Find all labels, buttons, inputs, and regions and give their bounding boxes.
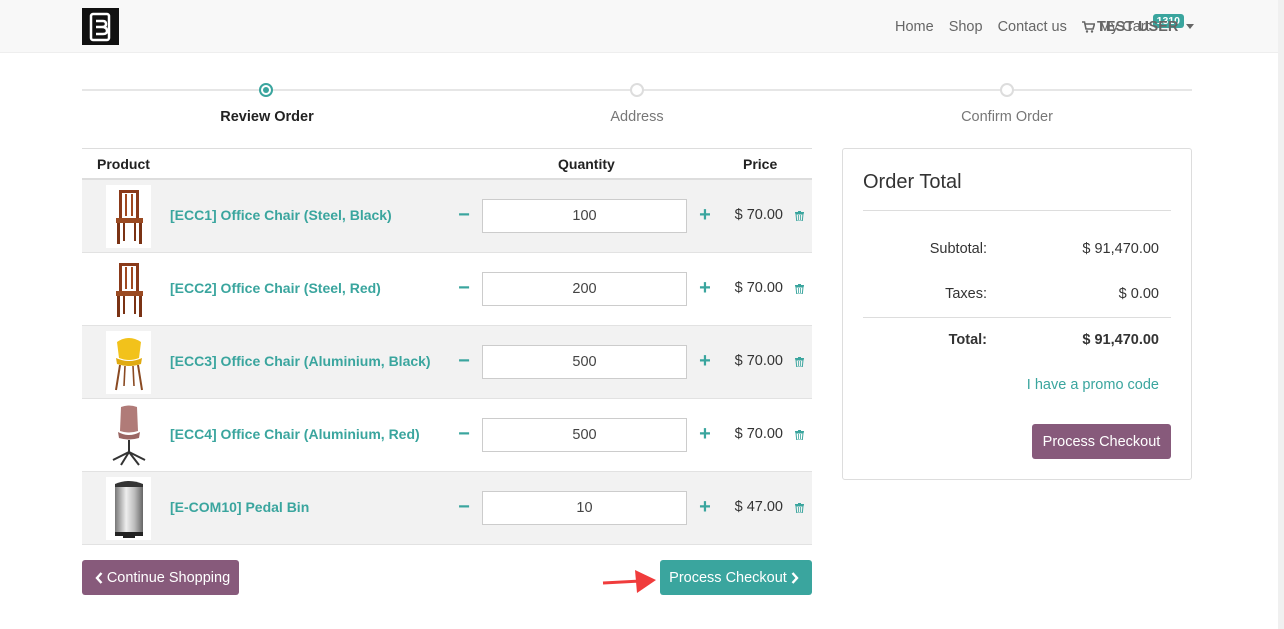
user-name: TEST USER xyxy=(1097,18,1179,35)
product-price: $ 70.00 xyxy=(734,353,783,369)
cart-icon xyxy=(1081,20,1095,33)
product-image[interactable] xyxy=(106,185,151,248)
step-address: Address xyxy=(610,109,664,125)
quantity-input[interactable] xyxy=(482,199,687,233)
header-product: Product xyxy=(97,156,150,172)
product-name-link[interactable]: [ECC3] Office Chair (Aluminium, Black) xyxy=(170,353,431,369)
process-checkout-label: Process Checkout xyxy=(669,569,787,586)
scrollbar[interactable] xyxy=(1278,0,1284,629)
table-row: [ECC3] Office Chair (Aluminium, Black) −… xyxy=(82,326,812,399)
plus-icon[interactable]: + xyxy=(697,204,713,226)
trash-icon[interactable] xyxy=(795,357,804,367)
trash-icon[interactable] xyxy=(795,211,804,221)
process-checkout-button[interactable]: Process Checkout xyxy=(660,560,812,595)
quantity-input[interactable] xyxy=(482,491,687,525)
table-row: [ECC4] Office Chair (Aluminium, Red) − +… xyxy=(82,399,812,472)
plus-icon[interactable]: + xyxy=(697,277,713,299)
chevron-left-icon xyxy=(95,571,103,584)
quantity-input[interactable] xyxy=(482,272,687,306)
minus-icon[interactable]: − xyxy=(456,350,472,372)
product-name-link[interactable]: [E-COM10] Pedal Bin xyxy=(170,499,309,515)
subtotal-label: Subtotal: xyxy=(929,241,987,257)
trash-icon[interactable] xyxy=(795,430,804,440)
product-price: $ 47.00 xyxy=(734,499,783,515)
wooden-chair-icon xyxy=(115,189,143,244)
table-row: [E-COM10] Pedal Bin − + $ 47.00 xyxy=(82,472,812,545)
step-review-order: Review Order xyxy=(220,109,314,125)
top-navbar: Home Shop Contact us My Cart 1310 TEST U… xyxy=(0,0,1284,53)
nav-home-link[interactable]: Home xyxy=(895,19,934,35)
header-quantity: Quantity xyxy=(558,156,615,172)
order-total-panel: Order Total Subtotal: $ 91,470.00 Taxes:… xyxy=(842,148,1192,480)
product-image[interactable] xyxy=(106,477,151,540)
user-menu[interactable]: TEST USER xyxy=(1097,0,1195,53)
taxes-label: Taxes: xyxy=(945,286,987,302)
product-price: $ 70.00 xyxy=(734,280,783,296)
brand-logo[interactable] xyxy=(82,8,119,45)
yellow-chair-icon xyxy=(114,337,143,390)
swivel-chair-icon xyxy=(112,405,145,466)
wooden-chair-icon xyxy=(115,262,143,317)
product-name-link[interactable]: [ECC2] Office Chair (Steel, Red) xyxy=(170,280,381,296)
taxes-value: $ 0.00 xyxy=(1118,286,1159,302)
minus-icon[interactable]: − xyxy=(456,277,472,299)
divider xyxy=(863,210,1171,211)
product-image[interactable] xyxy=(106,258,151,321)
nav-shop-link[interactable]: Shop xyxy=(949,19,983,35)
chevron-right-icon xyxy=(791,571,799,584)
logo-icon xyxy=(89,12,110,41)
minus-icon[interactable]: − xyxy=(456,496,472,518)
caret-down-icon xyxy=(1186,24,1195,29)
promo-code-link[interactable]: I have a promo code xyxy=(1027,377,1159,393)
minus-icon[interactable]: − xyxy=(456,204,472,226)
continue-shopping-label: Continue Shopping xyxy=(106,569,231,586)
pedal-bin-icon xyxy=(114,480,143,538)
table-header: Product Quantity Price xyxy=(82,149,812,180)
step-dot-review xyxy=(259,83,273,97)
product-price: $ 70.00 xyxy=(734,207,783,223)
table-row: [ECC2] Office Chair (Steel, Red) − + $ 7… xyxy=(82,253,812,326)
nav-contact-link[interactable]: Contact us xyxy=(998,19,1067,35)
subtotal-value: $ 91,470.00 xyxy=(1082,241,1159,257)
order-total-title: Order Total xyxy=(863,171,962,193)
product-name-link[interactable]: [ECC1] Office Chair (Steel, Black) xyxy=(170,207,392,223)
summary-process-checkout-button[interactable]: Process Checkout xyxy=(1032,424,1171,459)
continue-shopping-button[interactable]: Continue Shopping xyxy=(82,560,239,595)
plus-icon[interactable]: + xyxy=(697,423,713,445)
trash-icon[interactable] xyxy=(795,284,804,294)
trash-icon[interactable] xyxy=(795,503,804,513)
minus-icon[interactable]: − xyxy=(456,423,472,445)
product-price: $ 70.00 xyxy=(734,426,783,442)
quantity-input[interactable] xyxy=(482,418,687,452)
table-row: [ECC1] Office Chair (Steel, Black) − + $… xyxy=(82,180,812,253)
total-value: $ 91,470.00 xyxy=(1082,332,1159,348)
header-price: Price xyxy=(743,156,778,172)
step-dot-confirm xyxy=(1000,83,1014,97)
product-name-link[interactable]: [ECC4] Office Chair (Aluminium, Red) xyxy=(170,426,420,442)
divider xyxy=(863,317,1171,318)
cart-table: Product Quantity Price [ECC1] Office Cha… xyxy=(82,148,812,545)
quantity-input[interactable] xyxy=(482,345,687,379)
plus-icon[interactable]: + xyxy=(697,496,713,518)
step-confirm-order: Confirm Order xyxy=(961,109,1053,125)
step-dot-address xyxy=(630,83,644,97)
total-label: Total: xyxy=(948,332,987,348)
product-image[interactable] xyxy=(106,404,151,467)
plus-icon[interactable]: + xyxy=(697,350,713,372)
product-image[interactable] xyxy=(106,331,151,394)
annotation-arrow-icon xyxy=(602,570,656,593)
